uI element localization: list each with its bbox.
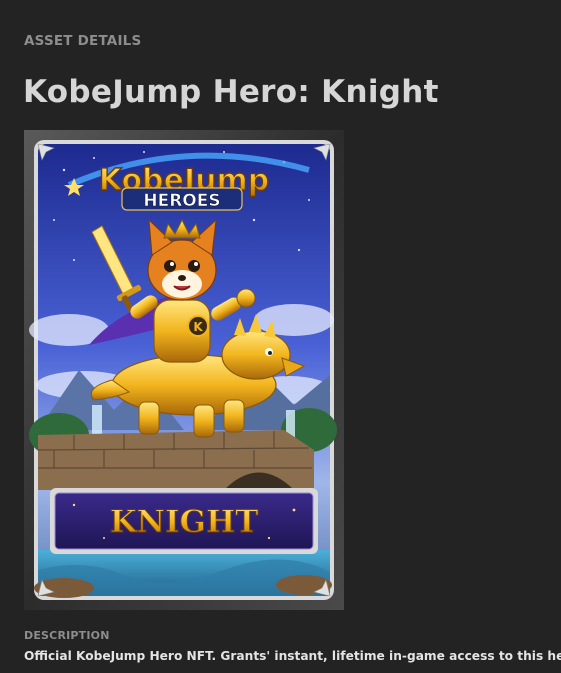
card-class-name: KNIGHT: [110, 504, 259, 540]
asset-details-panel: ASSET DETAILS KobeJump Hero: Knight Kobe…: [0, 0, 561, 673]
card-logo-subtitle: HEROES: [143, 191, 220, 211]
section-label: ASSET DETAILS: [24, 33, 142, 49]
description-text: Official KobeJump Hero NFT. Grants' inst…: [24, 649, 561, 663]
chest-badge-letter: K: [193, 320, 203, 334]
description-label: DESCRIPTION: [24, 629, 110, 642]
asset-title: KobeJump Hero: Knight: [23, 74, 439, 110]
nft-card-image: KobeJump HEROES K KNIGHT: [24, 130, 344, 610]
